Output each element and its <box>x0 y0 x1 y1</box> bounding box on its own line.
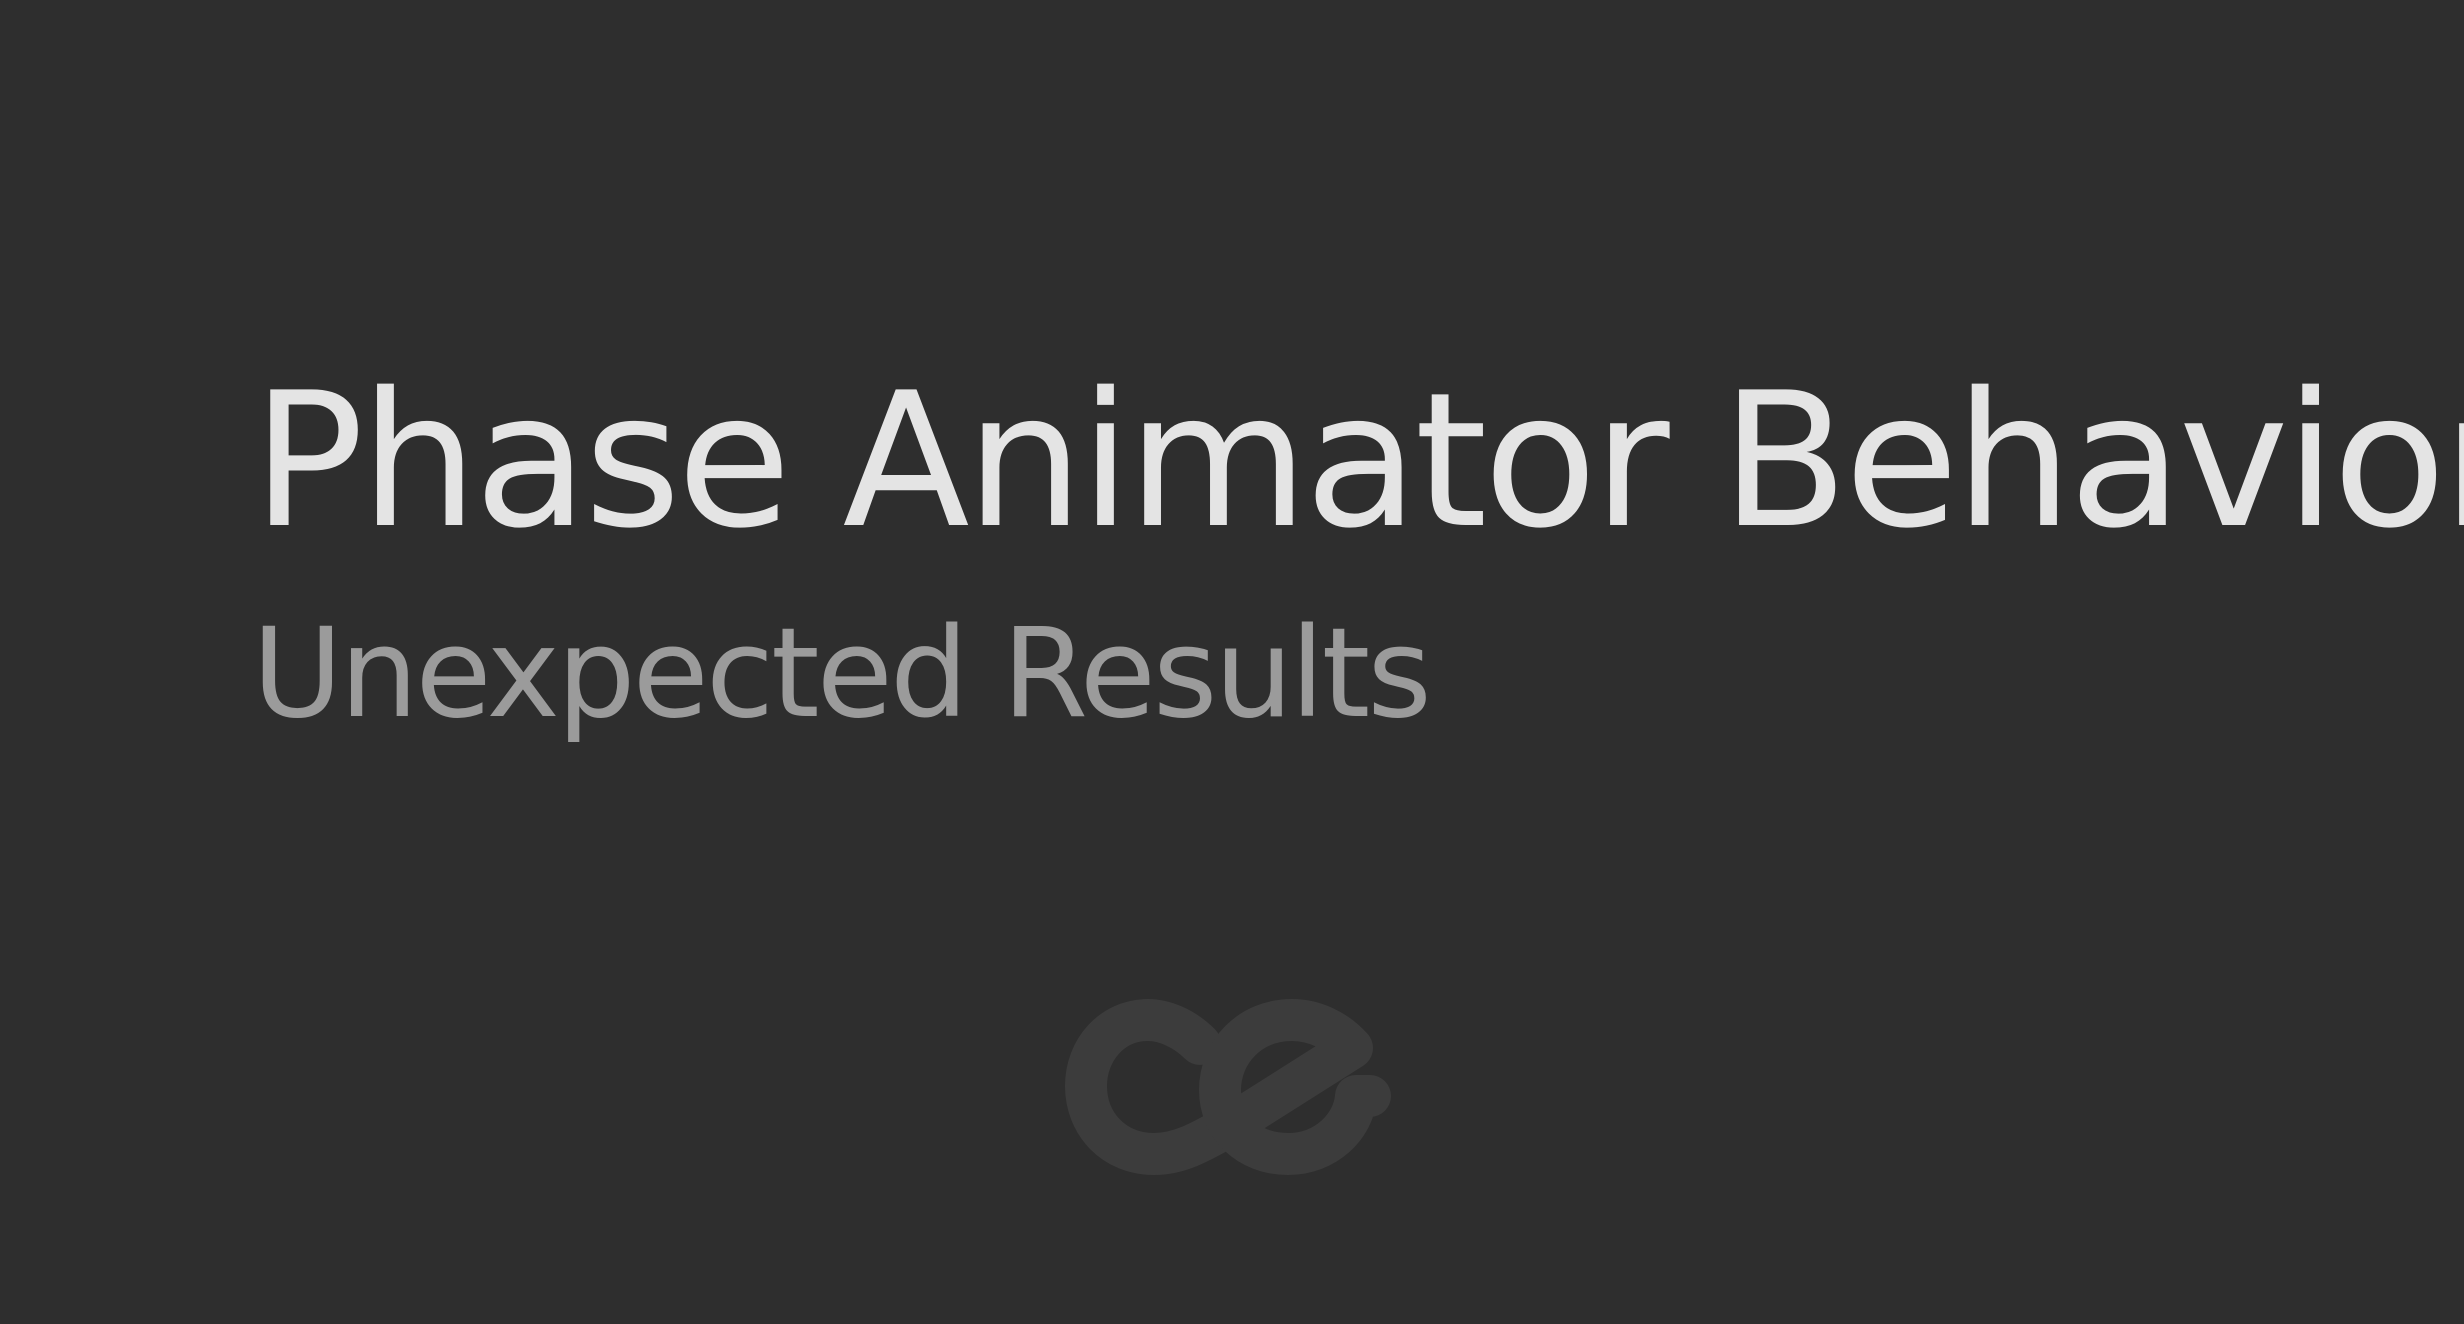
ce-logo-icon <box>1065 999 1391 1175</box>
slide-title: Phase Animator Behavior <box>252 352 2464 569</box>
title-slide: Phase Animator Behavior Unexpected Resul… <box>0 0 2464 1324</box>
logo-e-stroke <box>1199 999 1391 1175</box>
slide-subtitle: Unexpected Results <box>252 602 1432 746</box>
